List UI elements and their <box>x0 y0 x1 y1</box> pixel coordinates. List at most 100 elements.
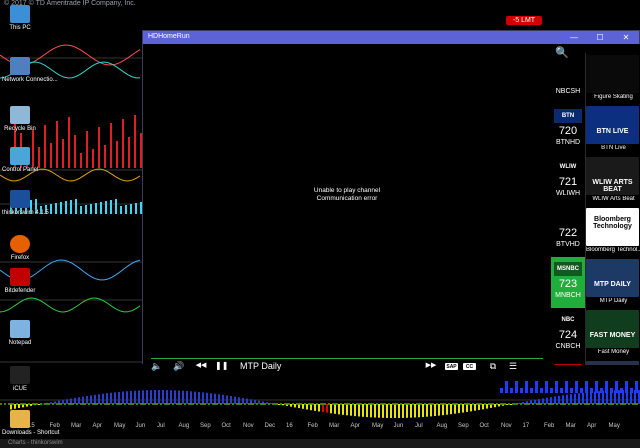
volume-bar <box>62 139 64 168</box>
time-axis-label: Sep <box>200 423 211 429</box>
volume-bar <box>110 123 112 168</box>
channel-row[interactable]: WLIW 721 WLIWH WLIW ARTS BEAT WLIW Arts Beat <box>551 155 640 206</box>
channel-row[interactable]: 722 BTVHD Bloomberg Technology Bloomberg Te… <box>551 206 640 257</box>
fast-forward-icon[interactable]: ▶▶ <box>423 360 439 372</box>
channel-callsign: WLIWH <box>555 190 581 197</box>
channel-number: 720 <box>558 125 578 137</box>
desktop-icon[interactable]: Notepad <box>2 320 38 347</box>
signal-dot <box>202 403 204 405</box>
macd-bar <box>482 404 484 410</box>
channel-callsign: NBCSH <box>555 88 581 95</box>
signal-dot <box>502 403 504 405</box>
time-axis-label: May <box>114 423 126 429</box>
macd-bar <box>354 404 356 417</box>
macd-bar <box>42 403 44 405</box>
channel-thumbnail: MTP DAILY <box>586 259 639 297</box>
histogram-bar <box>75 199 77 214</box>
signal-dot <box>178 403 180 405</box>
macd-bar <box>90 395 92 404</box>
signal-dot <box>136 403 138 405</box>
macd-bar <box>38 404 40 405</box>
macd-bar <box>454 404 456 414</box>
desktop-icon[interactable]: Downloads - Shortcut <box>2 410 59 437</box>
signal-dot <box>382 403 384 405</box>
macd-bar <box>202 392 204 404</box>
volume-bar <box>605 381 608 393</box>
macd-bar <box>194 391 196 404</box>
desktop-icon-label: Notepad <box>8 340 32 346</box>
time-axis-label: Jun <box>135 423 146 429</box>
mute-icon[interactable]: 🔈 <box>151 360 163 372</box>
signal-dot <box>406 403 408 405</box>
picture-in-picture-icon[interactable]: ⧉ <box>487 360 499 372</box>
macd-bar <box>590 391 592 404</box>
macd-bar <box>182 390 184 404</box>
channel-row[interactable]: CNN725THE SITUATION ROOM <box>551 359 640 365</box>
error-message: Unable to play channel Communication err… <box>143 187 551 203</box>
volume-bar <box>540 388 543 393</box>
volume-bar <box>510 388 513 393</box>
closed-captions-icon[interactable]: CC <box>463 363 476 370</box>
signal-dot <box>154 403 156 405</box>
channel-row[interactable]: BTN 720 BTNHD BTN LIVE BTN Live <box>551 104 640 155</box>
time-axis-label: Feb <box>307 423 318 429</box>
desktop-icon[interactable]: Bitdefender <box>2 268 38 295</box>
pause-icon[interactable]: ❚❚ <box>215 360 228 372</box>
time-axis-label: Mar <box>565 423 576 429</box>
sap-icon[interactable]: SAP <box>445 363 458 370</box>
macd-bar <box>218 394 220 404</box>
desktop-icon[interactable]: Network Connectio... <box>2 57 58 84</box>
channel-row[interactable]: NBCSH Figure Skating <box>551 53 640 104</box>
channel-logo <box>554 211 582 225</box>
volume-icon[interactable]: 🔊 <box>172 360 186 372</box>
signal-dot <box>304 403 306 405</box>
macd-bar <box>206 392 208 404</box>
video-area[interactable]: Unable to play channel Communication err… <box>143 44 551 365</box>
desktop-icon[interactable]: Control Panel <box>2 147 38 174</box>
title-bar[interactable]: HDHomeRun — ☐ ✕ <box>143 31 639 44</box>
channel-guide: 🔍 NBCSH Figure Skating BTN 720 BTNHD BTN LIVE… <box>551 44 640 365</box>
desktop-icon-label: iCUE <box>12 386 27 392</box>
signal-dot <box>520 403 522 405</box>
desktop-icon[interactable]: Recycle Bin <box>2 106 38 133</box>
signal-dot <box>52 403 54 405</box>
histogram-bar <box>60 202 62 214</box>
channel-callsign: CNBCH <box>555 343 581 350</box>
signal-dot <box>526 403 528 405</box>
macd-bar <box>346 404 348 416</box>
time-axis-label: Feb <box>544 423 555 429</box>
volume-bar <box>575 381 578 393</box>
desktop-icon[interactable]: thinkorswim 4.1.5 <box>2 190 49 217</box>
time-axis-label: Apr <box>350 423 360 429</box>
channel-number: 721 <box>558 176 578 188</box>
order-limit-badge[interactable]: -5 LMT <box>506 16 542 25</box>
signal-dot <box>418 403 420 405</box>
signal-dot <box>538 403 540 405</box>
volume-bar <box>530 388 533 393</box>
channel-row[interactable]: NBC 724 CNBCH FAST MONEY Fast Money <box>551 308 640 359</box>
macd-bar <box>110 392 112 404</box>
signal-dot <box>358 403 360 405</box>
macd-bar <box>534 399 536 404</box>
thinkorswim-icon <box>10 190 30 208</box>
signal-dot <box>634 403 636 405</box>
maximize-button[interactable]: ☐ <box>587 31 613 44</box>
desktop-icon[interactable]: iCUE <box>2 366 38 393</box>
desktop-icon[interactable]: Firefox <box>2 235 38 262</box>
macd-bar <box>450 404 452 415</box>
close-button[interactable]: ✕ <box>613 31 639 44</box>
channel-program-title: Fast Money <box>597 349 630 355</box>
signal-dot <box>394 403 396 405</box>
rewind-icon[interactable]: ◀◀ <box>193 360 209 372</box>
playback-progress-bar[interactable] <box>151 358 543 359</box>
desktop-icon[interactable]: This PC <box>2 5 38 32</box>
signal-dot <box>598 403 600 405</box>
channel-row[interactable]: MSNBC 723 MNBCH MTP DAILY MTP Daily <box>551 257 640 308</box>
macd-bar <box>126 391 128 404</box>
histogram-bar <box>130 204 132 214</box>
minimize-button[interactable]: — <box>561 31 587 44</box>
macd-bar <box>294 404 296 408</box>
signal-dot <box>424 403 426 405</box>
menu-icon[interactable]: ☰ <box>507 360 519 372</box>
macd-bar <box>226 395 228 404</box>
